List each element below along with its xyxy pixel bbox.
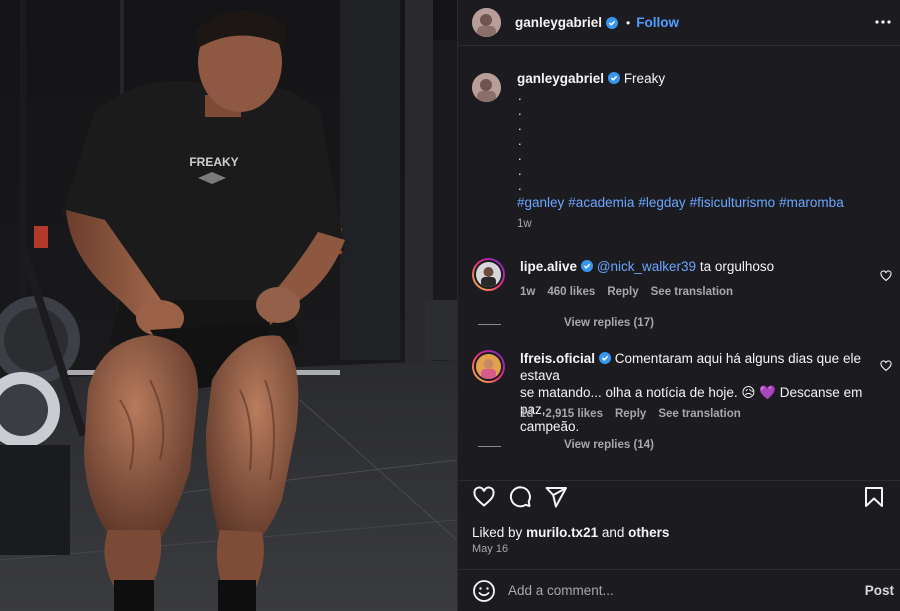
post-comment-button[interactable]: Post (865, 583, 894, 598)
post-action-bar: Liked by murilo.tx21 and others May 16 (458, 480, 900, 576)
commenter-avatar[interactable] (472, 258, 505, 291)
caption-author-avatar[interactable] (472, 73, 501, 102)
view-replies-button[interactable]: View replies (17) (478, 317, 654, 329)
comment-likes[interactable]: 2,915 likes (545, 408, 603, 420)
add-comment-input[interactable] (508, 583, 848, 598)
share-icon[interactable] (544, 485, 568, 509)
verified-badge-icon (606, 16, 619, 29)
comment-body-line: campeão. (520, 419, 580, 434)
post-header: ganleygabriel • Follow (458, 0, 900, 46)
comment-like-heart-icon[interactable] (880, 270, 892, 282)
comment-like-heart-icon[interactable] (880, 360, 892, 372)
replies-divider (478, 324, 501, 325)
comment-time[interactable]: 1d (520, 408, 533, 420)
comment-reply-button[interactable]: Reply (607, 286, 638, 298)
hashtag-link[interactable]: #legday (638, 195, 685, 210)
comment-reply-button[interactable]: Reply (615, 408, 646, 420)
comments-scroll-area[interactable]: ganleygabriel Freaky . . . . . . . #ganl… (458, 46, 900, 480)
follow-button[interactable]: Follow (636, 15, 679, 30)
bookmark-icon[interactable] (862, 485, 886, 509)
liked-by-others-link[interactable]: others (628, 525, 669, 540)
comment-icon[interactable] (508, 485, 532, 509)
comment-time[interactable]: 1w (520, 286, 535, 298)
hashtag-link[interactable]: #fisiculturismo (690, 195, 776, 210)
instagram-post-modal: FREAKY ganleygabriel • Follow ganleygabr… (0, 0, 900, 611)
see-translation-button[interactable]: See translation (658, 408, 740, 420)
hashtag-link[interactable]: #ganley (517, 195, 564, 210)
view-replies-button[interactable]: View replies (14) (478, 439, 654, 451)
verified-badge-icon (599, 352, 612, 364)
heart-icon[interactable] (472, 485, 496, 509)
comment-mention[interactable]: @nick_walker39 (597, 259, 696, 274)
verified-badge-icon (581, 260, 594, 272)
caption-dots: . . . . . . . (518, 88, 522, 193)
post-details-panel: ganleygabriel • Follow ganleygabriel Fre… (457, 0, 900, 611)
replies-divider (478, 446, 501, 447)
hashtag-link[interactable]: #academia (568, 195, 634, 210)
caption-username[interactable]: ganleygabriel (517, 71, 604, 86)
caption-text: Freaky (623, 71, 666, 86)
post-photo[interactable]: FREAKY (0, 0, 457, 611)
comment-likes[interactable]: 460 likes (547, 286, 595, 298)
caption-time[interactable]: 1w (517, 218, 887, 230)
post-date[interactable]: May 16 (472, 543, 508, 555)
header-separator: • (626, 15, 631, 30)
see-translation-button[interactable]: See translation (651, 286, 733, 298)
comment-body: ta orgulhoso (699, 259, 775, 274)
add-comment-bar: Post (458, 569, 900, 611)
hashtag-link[interactable]: #maromba (779, 195, 844, 210)
author-avatar[interactable] (472, 8, 501, 37)
commenter-avatar[interactable] (472, 350, 505, 383)
comment-username[interactable]: lipe.alive (520, 259, 577, 274)
shirt-logo-text: FREAKY (189, 155, 238, 169)
emoji-icon[interactable] (472, 579, 496, 603)
comment-text: lfreis.oficial Comentaram aqui há alguns… (520, 350, 872, 435)
verified-badge-icon (608, 72, 621, 84)
comment-text: lipe.alive @nick_walker39 ta orgulhoso (520, 258, 872, 275)
comment-actions: 1w 460 likes Reply See translation (520, 286, 733, 298)
comment-actions: 1d 2,915 likes Reply See translation (520, 408, 741, 420)
gym-photo-illustration: FREAKY (0, 0, 457, 611)
author-username[interactable]: ganleygabriel (515, 15, 602, 30)
comment-username[interactable]: lfreis.oficial (520, 351, 595, 366)
liked-by-user-link[interactable]: murilo.tx21 (526, 525, 598, 540)
caption-hashtags: #ganley #academia #legday #fisiculturismo #m… (517, 194, 887, 212)
liked-by-line: Liked by murilo.tx21 and others (472, 525, 670, 540)
more-options-icon[interactable] (875, 14, 891, 30)
